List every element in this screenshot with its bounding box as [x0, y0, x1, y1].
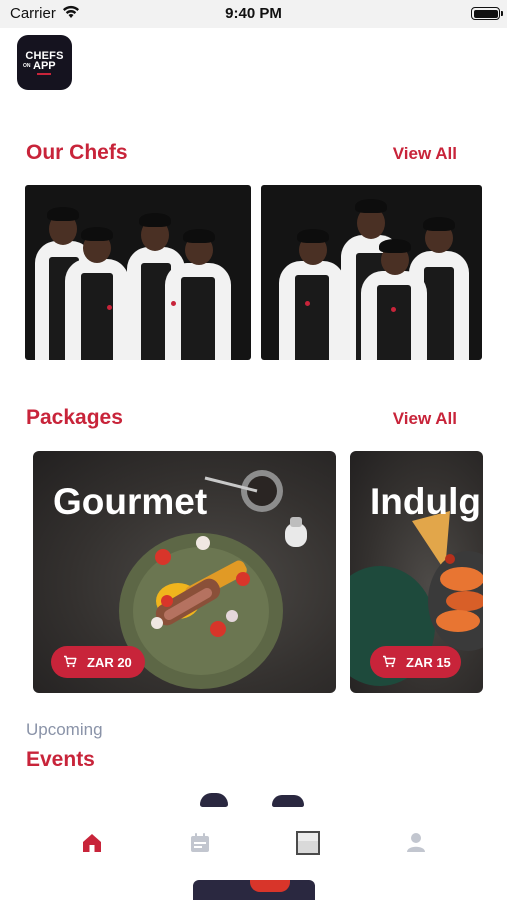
- clock-time: 9:40 PM: [225, 5, 282, 22]
- tab-profile[interactable]: [403, 830, 429, 856]
- cart-icon: [64, 655, 77, 668]
- package-name-indulgence: Indulg: [370, 481, 481, 522]
- tab-gallery[interactable]: [295, 830, 321, 856]
- package-name-gourmet: Gourmet: [53, 481, 208, 522]
- profile-icon: [407, 833, 425, 852]
- cart-icon: [383, 655, 396, 668]
- event-illustration-fragment: [200, 793, 228, 807]
- home-icon: [83, 834, 101, 852]
- calendar-icon: [191, 833, 209, 852]
- packages-title: Packages: [26, 406, 123, 429]
- gallery-icon: [296, 831, 320, 855]
- tab-home[interactable]: [79, 830, 105, 856]
- logo-text-on: ON: [23, 63, 31, 69]
- our-chefs-view-all-link[interactable]: View All: [393, 144, 457, 164]
- chef-team-photo-2[interactable]: [261, 185, 482, 360]
- events-title: Events: [26, 748, 95, 771]
- package-price-indulgence: ZAR 15: [406, 655, 451, 670]
- logo-accent-bar: [37, 73, 51, 75]
- logo-text-app: APP: [33, 60, 56, 72]
- event-illustration-fragment: [272, 795, 304, 807]
- package-card-indulgence[interactable]: Indulg ZAR 15: [350, 451, 483, 693]
- our-chefs-title: Our Chefs: [26, 141, 128, 164]
- package-price-button-indulgence[interactable]: ZAR 15: [370, 646, 461, 678]
- package-price-gourmet: ZAR 20: [87, 655, 132, 670]
- battery-icon: [471, 7, 503, 20]
- chef-team-photo-1[interactable]: [25, 185, 251, 360]
- tab-calendar[interactable]: [187, 830, 213, 856]
- packages-view-all-link[interactable]: View All: [393, 409, 457, 429]
- status-bar: Carrier 9:40 PM: [0, 0, 507, 28]
- bottom-tab-bar: [0, 818, 507, 866]
- app-logo: CHEFS ON APP: [17, 35, 72, 90]
- event-illustration-fragment: [250, 880, 290, 892]
- events-subtitle: Upcoming: [26, 720, 103, 739]
- package-price-button-gourmet[interactable]: ZAR 20: [51, 646, 145, 678]
- package-card-gourmet[interactable]: Gourmet ZAR 20: [33, 451, 336, 693]
